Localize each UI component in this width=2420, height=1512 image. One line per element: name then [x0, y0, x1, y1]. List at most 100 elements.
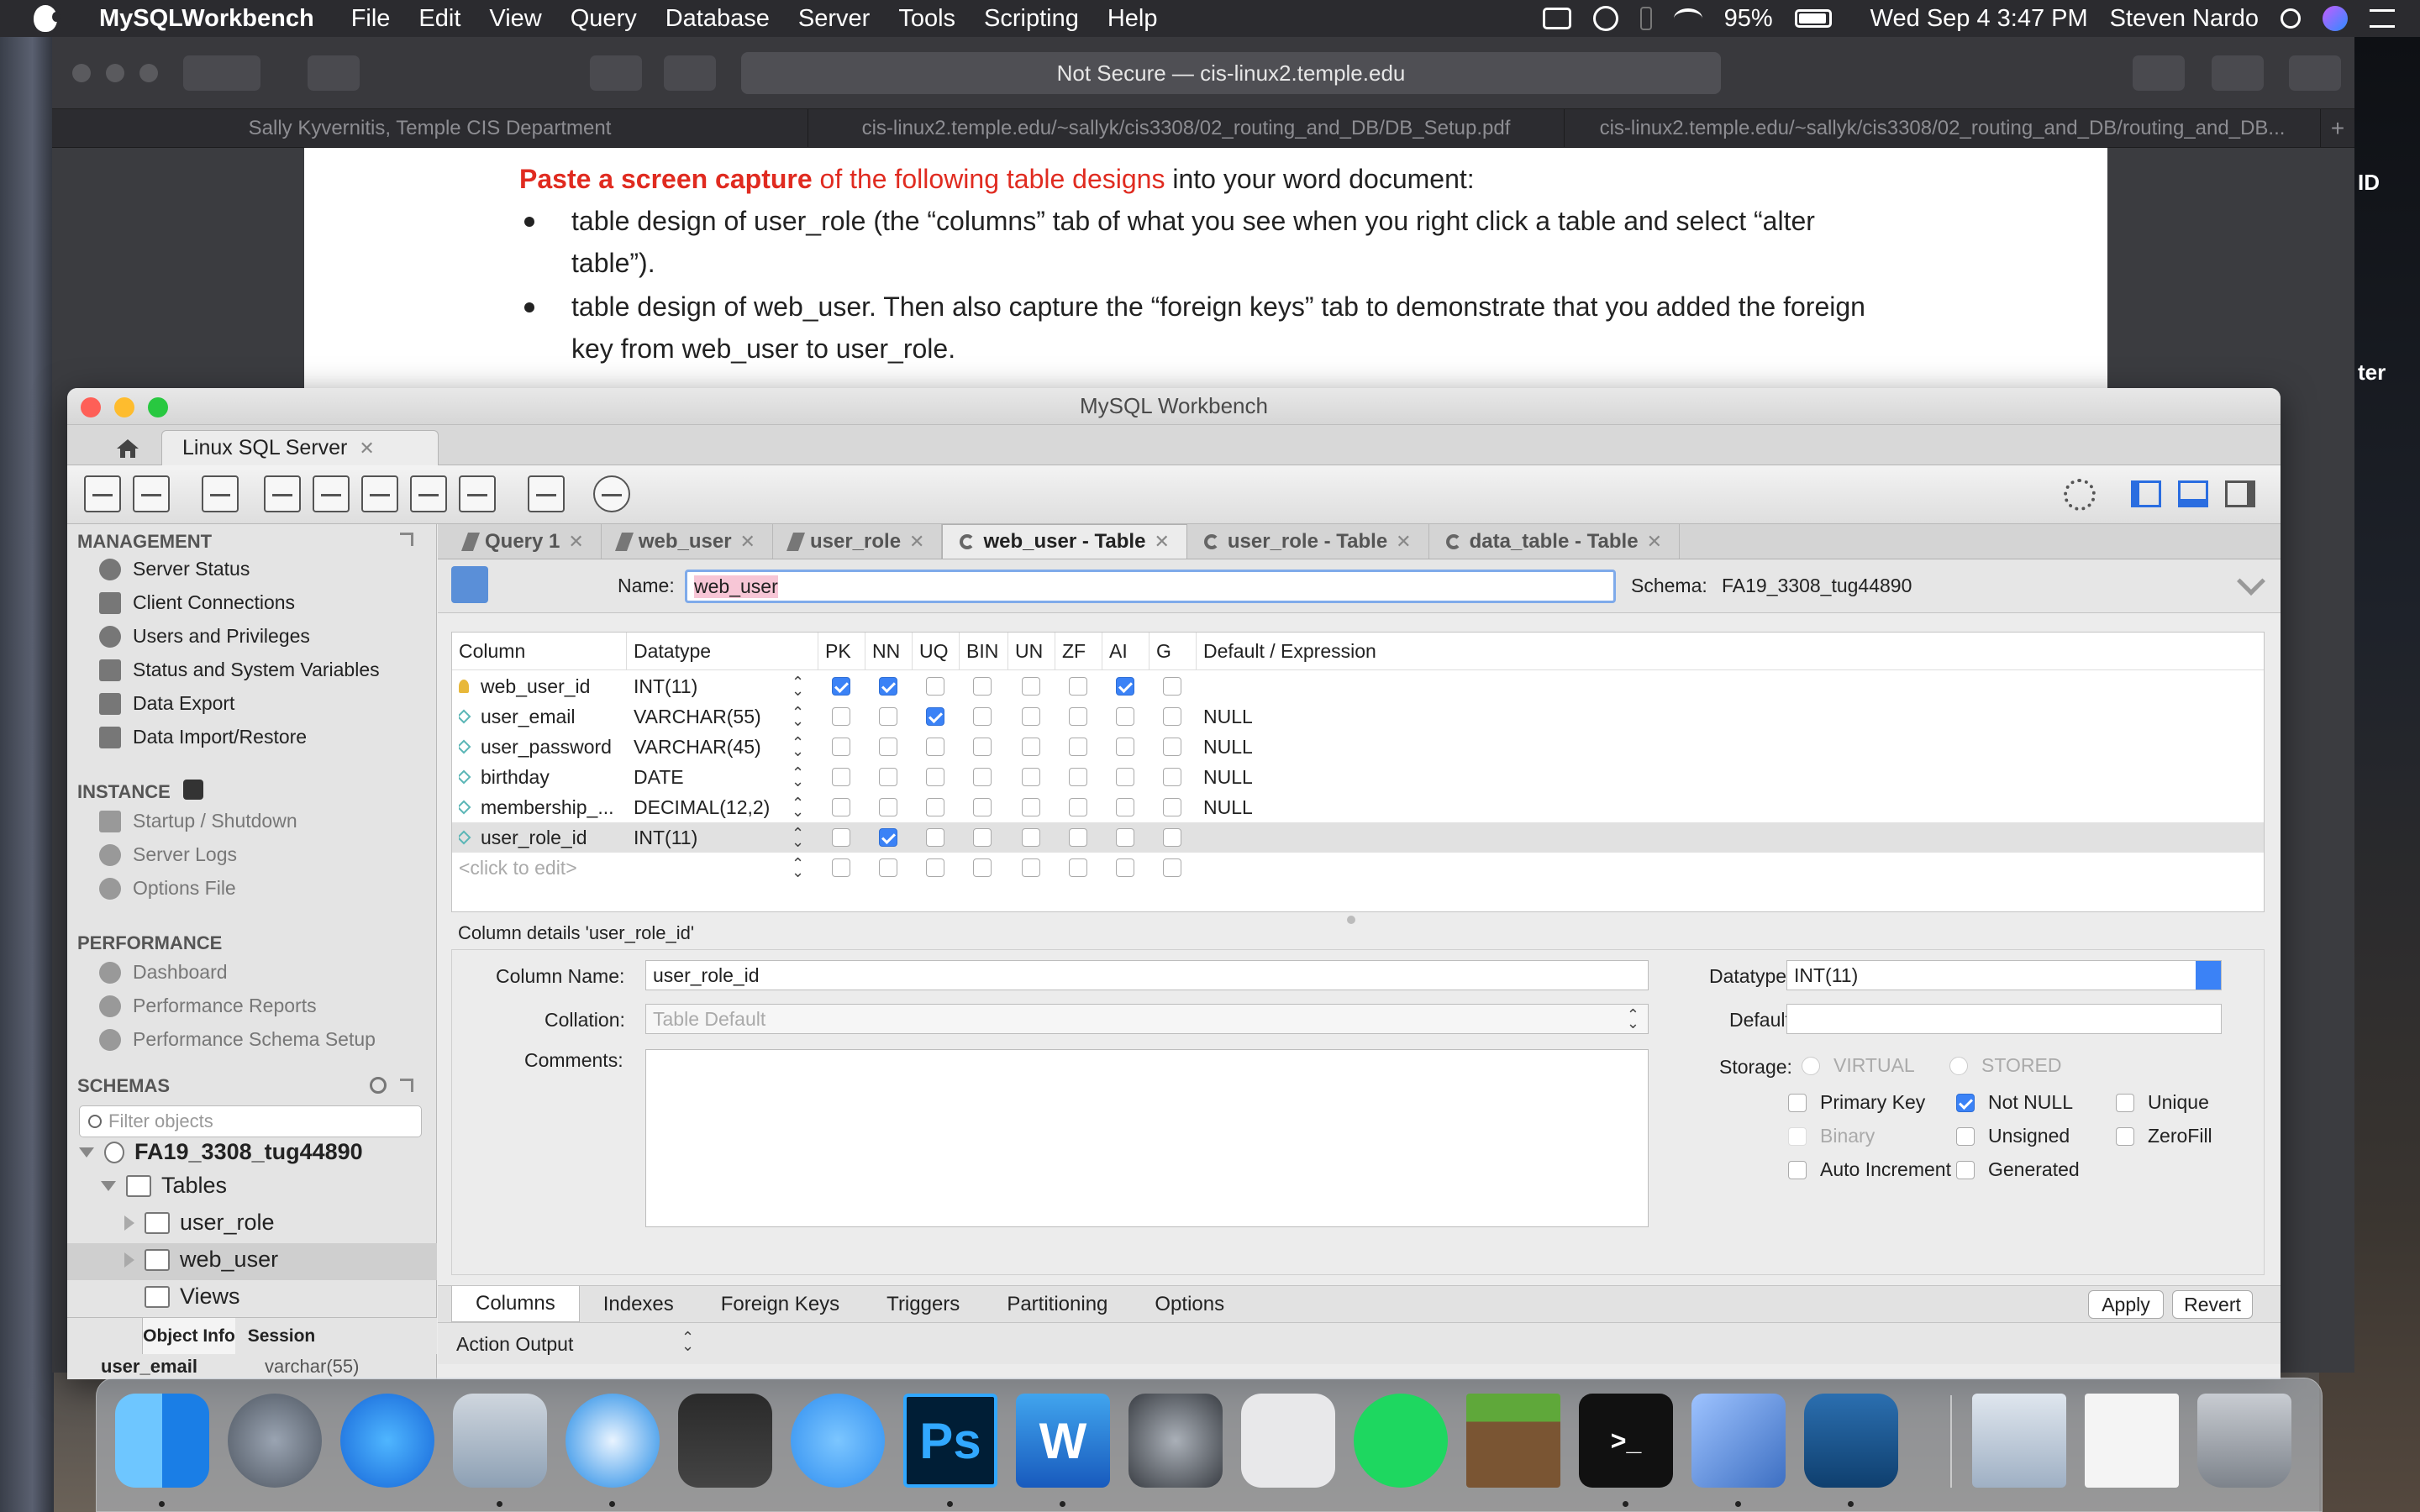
expand-icon[interactable] — [400, 1079, 413, 1092]
schema-node[interactable]: FA19_3308_tug44890 — [79, 1139, 363, 1165]
checkbox[interactable] — [1069, 828, 1087, 847]
checkbox[interactable] — [973, 858, 992, 877]
nav-users-privileges[interactable]: Users and Privileges — [99, 625, 310, 648]
nav-performance-schema[interactable]: Performance Schema Setup — [99, 1028, 376, 1051]
checkbox[interactable] — [1163, 828, 1181, 847]
default-cell[interactable]: NULL — [1203, 701, 1253, 732]
nav-performance-reports[interactable]: Performance Reports — [99, 995, 317, 1017]
header-g[interactable]: G — [1150, 633, 1197, 669]
stepper-icon[interactable]: ⌃ ⌄ — [792, 762, 804, 792]
column-name-cell[interactable]: user_password — [459, 732, 612, 762]
table-row[interactable]: user_email VARCHAR(55) ⌃ ⌄ NULL — [452, 701, 2264, 732]
header-ai[interactable]: AI — [1102, 633, 1150, 669]
table-name-input[interactable]: web_user — [685, 570, 1616, 603]
nav-server-logs[interactable]: Server Logs — [99, 843, 237, 866]
checkbox[interactable] — [832, 738, 850, 756]
checkbox[interactable] — [1069, 858, 1087, 877]
collapse-icon[interactable] — [2237, 567, 2265, 596]
auto-increment-checkbox[interactable]: Auto Increment — [1788, 1158, 1951, 1181]
close-icon[interactable]: ✕ — [909, 531, 924, 553]
nav-client-connections[interactable]: Client Connections — [99, 591, 295, 614]
time-machine-icon[interactable] — [1592, 6, 1618, 31]
checkbox[interactable] — [973, 828, 992, 847]
close-icon[interactable]: ✕ — [568, 531, 583, 553]
views-node[interactable]: Views — [124, 1284, 240, 1310]
tab-web-user[interactable]: web_user ✕ — [602, 524, 773, 559]
new-tab-button[interactable]: + — [2321, 109, 2354, 147]
datatype-select[interactable]: INT(11) — [1786, 960, 2222, 990]
checkbox[interactable] — [926, 677, 944, 696]
checkbox[interactable] — [926, 707, 944, 726]
minimize-button[interactable] — [106, 64, 124, 82]
zoom-button[interactable] — [148, 397, 168, 417]
column-name-cell[interactable]: web_user_id — [459, 671, 590, 701]
nav-options-file[interactable]: Options File — [99, 877, 236, 900]
header-default[interactable]: Default / Expression — [1197, 633, 2264, 669]
checkbox[interactable] — [1022, 828, 1040, 847]
safari-tab-2[interactable]: cis-linux2.temple.edu/~sallyk/cis3308/02… — [808, 109, 1565, 147]
airplay-icon[interactable] — [1542, 8, 1571, 29]
safari-tab-1[interactable]: Sally Kyvernitis, Temple CIS Department — [52, 109, 808, 147]
checkbox[interactable] — [832, 828, 850, 847]
header-uq[interactable]: UQ — [913, 633, 960, 669]
tab-options[interactable]: Options — [1131, 1286, 1248, 1322]
mysql-workbench-icon[interactable] — [1804, 1394, 1898, 1488]
create-view-icon[interactable] — [361, 475, 398, 512]
collation-select[interactable]: Table Default ⌃ ⌄ — [645, 1004, 1649, 1034]
nav-server-status[interactable]: Server Status — [99, 558, 250, 580]
stepper-icon[interactable]: ⌃ ⌄ — [792, 671, 804, 701]
checkbox[interactable] — [973, 738, 992, 756]
primary-key-checkbox[interactable]: Primary Key — [1788, 1091, 1925, 1114]
word-icon[interactable]: W — [1016, 1394, 1110, 1488]
checkbox[interactable] — [1116, 738, 1134, 756]
tabs-overview-icon[interactable] — [2289, 55, 2341, 91]
revert-button[interactable]: Revert — [2172, 1290, 2253, 1319]
tab-object-info[interactable]: Object Info — [143, 1318, 235, 1354]
documents-icon[interactable] — [2085, 1394, 2179, 1488]
checkbox[interactable] — [832, 707, 850, 726]
checkbox[interactable] — [1163, 707, 1181, 726]
checkbox[interactable] — [1163, 798, 1181, 816]
chevron-right-icon[interactable] — [124, 1215, 134, 1231]
nav-status-variables[interactable]: Status and System Variables — [99, 659, 380, 681]
checkbox[interactable] — [1069, 768, 1087, 786]
stepper-icon[interactable]: ⌃ ⌄ — [681, 1330, 694, 1353]
inspector-icon[interactable] — [202, 475, 239, 512]
datatype-cell[interactable]: VARCHAR(55) — [634, 701, 761, 732]
checkbox[interactable] — [973, 707, 992, 726]
filter-objects-input[interactable]: Filter objects — [79, 1105, 422, 1137]
terminal-icon[interactable]: >_ — [1579, 1394, 1673, 1488]
default-cell[interactable]: NULL — [1203, 732, 1253, 762]
checkbox[interactable] — [1163, 768, 1181, 786]
close-button[interactable] — [81, 397, 101, 417]
binary-checkbox[interactable]: Binary — [1788, 1125, 1875, 1147]
checkbox[interactable] — [1116, 768, 1134, 786]
tab-columns[interactable]: Columns — [451, 1286, 580, 1322]
checkbox[interactable] — [926, 798, 944, 816]
checkbox[interactable] — [1069, 677, 1087, 696]
close-button[interactable] — [72, 64, 91, 82]
column-name-input[interactable]: user_role_id — [645, 960, 1649, 990]
checkbox[interactable] — [1163, 858, 1181, 877]
checkbox[interactable] — [1022, 798, 1040, 816]
checkbox[interactable] — [1116, 858, 1134, 877]
siri-icon[interactable] — [2323, 6, 2348, 31]
menu-view[interactable]: View — [489, 5, 541, 33]
unique-checkbox[interactable]: Unique — [2116, 1091, 2209, 1114]
table-node-user-role[interactable]: user_role — [124, 1210, 275, 1236]
header-bin[interactable]: BIN — [960, 633, 1008, 669]
nav-data-export[interactable]: Data Export — [99, 692, 234, 715]
app-store-icon[interactable] — [340, 1394, 434, 1488]
checkbox[interactable] — [879, 828, 897, 847]
create-procedure-icon[interactable] — [410, 475, 447, 512]
photos-icon[interactable] — [678, 1394, 772, 1488]
table-node-web-user[interactable]: web_user — [124, 1247, 278, 1273]
download-icon[interactable] — [2133, 55, 2185, 91]
menu-tools[interactable]: Tools — [898, 5, 955, 33]
unsigned-checkbox[interactable]: Unsigned — [1956, 1125, 2070, 1147]
chevron-right-icon[interactable] — [124, 1252, 134, 1268]
menu-query[interactable]: Query — [571, 5, 637, 33]
close-icon[interactable]: ✕ — [1647, 531, 1662, 553]
folder-icon[interactable] — [1972, 1394, 2066, 1488]
tab-data-table-table[interactable]: data_table - Table ✕ — [1429, 524, 1680, 559]
